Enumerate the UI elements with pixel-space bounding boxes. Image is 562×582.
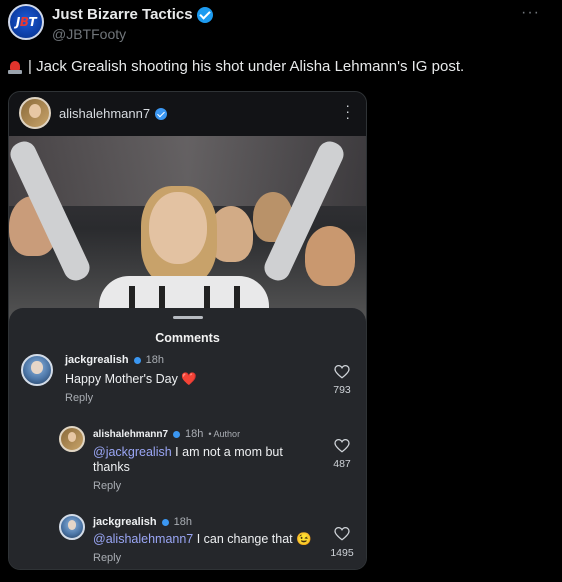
verified-badge-icon (161, 518, 169, 526)
reply-button[interactable]: Reply (65, 392, 93, 404)
comment-header: alishalehmann7 18h • Author (93, 428, 240, 440)
ig-post-photo (9, 136, 366, 322)
comment-text: Happy Mother's Day ❤️ (65, 372, 197, 387)
comment-time: 18h (185, 428, 204, 440)
reply-button[interactable]: Reply (93, 552, 121, 564)
ig-more-options-icon: · · · (345, 97, 350, 125)
like-count: 793 (333, 384, 351, 396)
like-heart-icon[interactable] (334, 439, 350, 453)
like-heart-icon[interactable] (334, 365, 350, 379)
comment-mention[interactable]: @jackgrealish (93, 445, 172, 459)
more-options-icon[interactable]: ··· (521, 4, 540, 22)
embedded-image[interactable]: alishalehmann7 · · · Comments jackgrealish… (8, 91, 367, 570)
comment-avatar[interactable] (21, 354, 53, 386)
display-name-text: Just Bizarre Tactics (52, 6, 193, 23)
siren-emoji-icon (8, 60, 22, 74)
ig-poster-name: alishalehmann7 (59, 106, 168, 121)
ig-poster-username: alishalehmann7 (59, 106, 151, 121)
tweet-text-body: | Jack Grealish shooting his shot under … (28, 58, 465, 75)
comment-avatar[interactable] (59, 426, 85, 452)
comment-avatar[interactable] (59, 514, 85, 540)
display-name[interactable]: Just Bizarre Tactics (52, 6, 213, 23)
comment-body: Happy Mother's Day (65, 372, 178, 386)
ig-poster-avatar (19, 97, 51, 129)
tweet-text: | Jack Grealish shooting his shot under … (8, 58, 464, 75)
red-heart-emoji-icon: ❤️ (181, 372, 197, 386)
ig-verified-badge-icon (155, 107, 168, 120)
account-avatar[interactable]: JBT (8, 4, 44, 40)
account-handle[interactable]: @JBTFooty (52, 26, 126, 42)
reply-button[interactable]: Reply (93, 480, 121, 492)
comments-title: Comments (155, 331, 220, 345)
sheet-grabber[interactable] (173, 316, 203, 319)
comment-time: 18h (173, 516, 192, 528)
comment-username[interactable]: jackgrealish (65, 354, 129, 366)
comment-mention[interactable]: @alishalehmann7 (93, 532, 193, 546)
comment-text: @alishalehmann7 I can change that 😉 (93, 532, 312, 547)
verified-badge-icon (196, 6, 213, 23)
comment-header: jackgrealish 18h (93, 516, 192, 528)
ig-post-header: alishalehmann7 · · · (9, 92, 366, 136)
avatar-logo-text: JBT (15, 15, 37, 29)
comment-time: 18h (145, 354, 164, 366)
comment-username[interactable]: alishalehmann7 (93, 429, 168, 440)
author-tag: • Author (208, 429, 241, 439)
comments-sheet: Comments jackgrealish 18h Happy Mother's… (9, 308, 366, 569)
comment-text: @jackgrealish I am not a mom but thanks (93, 445, 303, 475)
comment-body: I can change that (193, 532, 297, 546)
like-heart-icon[interactable] (334, 527, 350, 541)
verified-badge-icon (133, 356, 141, 364)
like-count: 1495 (330, 547, 354, 559)
wink-emoji-icon: 😉 (296, 532, 312, 546)
like-count: 487 (333, 458, 351, 470)
verified-badge-icon (173, 430, 181, 438)
comment-header: jackgrealish 18h (65, 354, 164, 366)
comment-username[interactable]: jackgrealish (93, 516, 157, 528)
